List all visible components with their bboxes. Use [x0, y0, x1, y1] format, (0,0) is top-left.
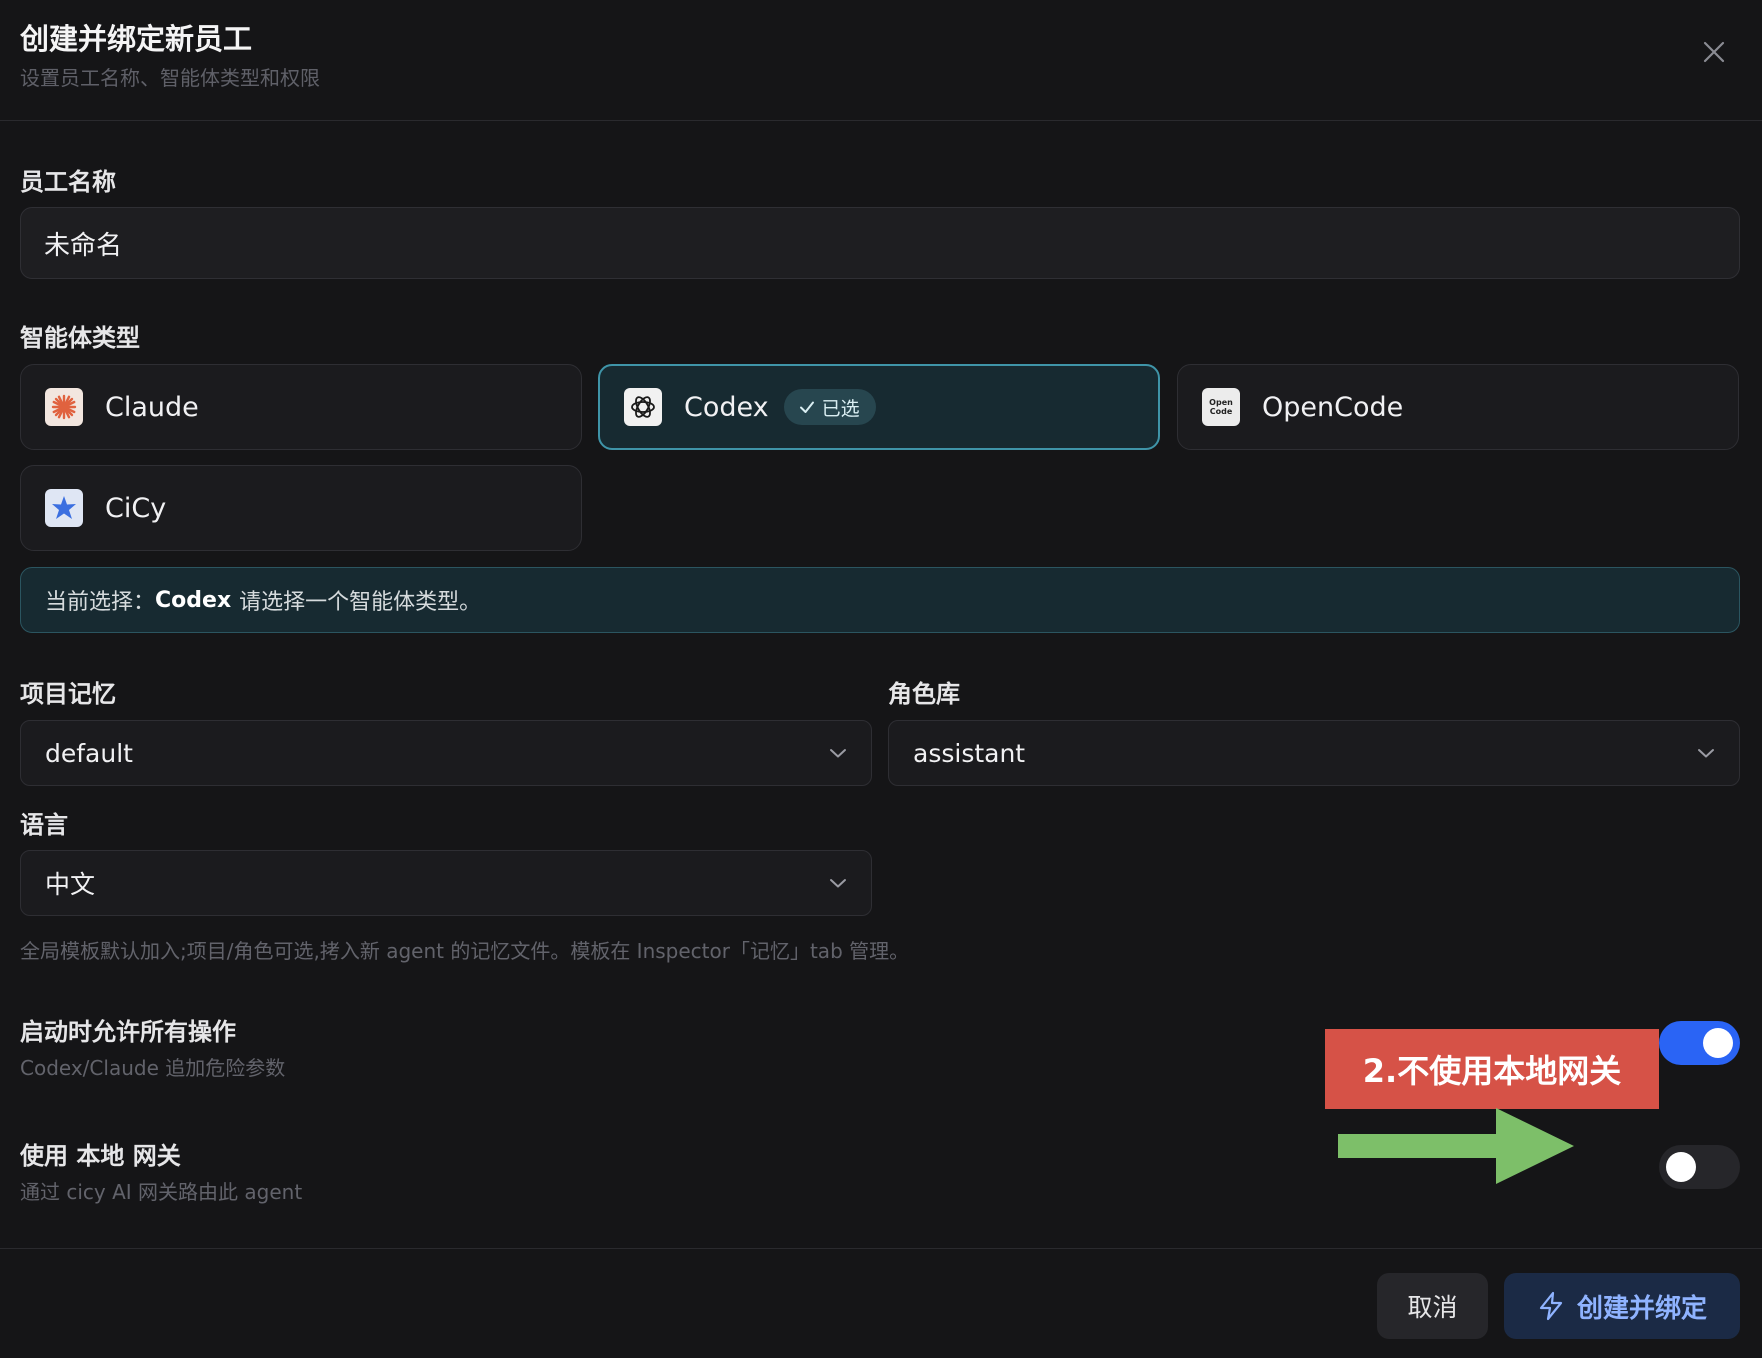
language-value: 中文 — [45, 870, 96, 899]
annotation-text: 2.不使用本地网关 — [1362, 1052, 1622, 1090]
agent-option-cicy[interactable]: CiCy — [20, 465, 582, 551]
role-library-value: assistant — [913, 738, 1026, 768]
arrow-right-icon — [1338, 1108, 1574, 1184]
create-and-bind-label: 创建并绑定 — [1576, 1293, 1707, 1324]
agent-option-label: CiCy — [105, 492, 167, 524]
selected-badge-label: 已选 — [821, 397, 860, 420]
employee-name-input[interactable] — [20, 207, 1740, 279]
toggle-knob — [1666, 1152, 1696, 1182]
agent-option-codex[interactable]: Codex 已选 — [598, 364, 1160, 450]
project-memory-value: default — [45, 738, 133, 768]
local-gateway-toggle[interactable] — [1659, 1145, 1740, 1189]
cancel-button[interactable]: 取消 — [1377, 1273, 1488, 1339]
agent-type-label: 智能体类型 — [20, 324, 140, 352]
language-label: 语言 — [20, 811, 68, 839]
dialog-title: 创建并绑定新员工 — [20, 22, 253, 56]
project-memory-select[interactable]: default — [20, 720, 872, 786]
name-label: 员工名称 — [20, 168, 116, 196]
allow-all-toggle[interactable] — [1659, 1021, 1740, 1065]
create-and-bind-button[interactable]: 创建并绑定 — [1504, 1273, 1740, 1339]
chevron-down-icon — [1698, 749, 1714, 758]
agent-option-claude[interactable]: Claude — [20, 364, 582, 450]
role-library-select[interactable]: assistant — [888, 720, 1740, 786]
lightning-icon — [1539, 1291, 1563, 1321]
claude-icon — [45, 388, 83, 426]
opencode-icon-text: Code — [1209, 407, 1233, 416]
selection-info-suffix: 请选择一个智能体类型。 — [239, 590, 482, 615]
chevron-down-icon — [830, 749, 846, 758]
cicy-icon — [45, 489, 83, 527]
allow-all-description: Codex/Claude 追加危险参数 — [20, 1056, 286, 1080]
footer-divider — [0, 1248, 1762, 1249]
toggle-knob — [1703, 1028, 1733, 1058]
role-library-label: 角色库 — [888, 680, 960, 708]
selection-info-prefix: 当前选择： — [45, 590, 156, 615]
dialog-subtitle: 设置员工名称、智能体类型和权限 — [20, 66, 320, 90]
selection-info-value: Codex — [155, 587, 232, 613]
project-memory-label: 项目记忆 — [20, 680, 116, 708]
opencode-icon-text: Open — [1209, 398, 1233, 407]
language-select[interactable]: 中文 — [20, 850, 872, 916]
close-icon — [1703, 41, 1725, 63]
openai-icon — [624, 388, 662, 426]
agent-option-label: Codex — [684, 391, 769, 423]
agent-option-label: Claude — [105, 391, 199, 423]
local-gateway-title: 使用 本地 网关 — [20, 1142, 181, 1170]
allow-all-title: 启动时允许所有操作 — [20, 1018, 236, 1046]
dialog-header: 创建并绑定新员工 设置员工名称、智能体类型和权限 — [0, 0, 1762, 121]
chevron-down-icon — [830, 879, 846, 888]
annotation-callout: 2.不使用本地网关 — [1325, 1029, 1659, 1109]
agent-option-label: OpenCode — [1262, 391, 1404, 423]
close-button[interactable] — [1696, 34, 1732, 70]
selected-badge: 已选 — [783, 389, 876, 425]
selection-info: 当前选择： Codex 请选择一个智能体类型。 — [20, 567, 1740, 633]
opencode-icon: Open Code — [1202, 388, 1240, 426]
check-icon — [799, 401, 814, 413]
local-gateway-description: 通过 cicy AI 网关路由此 agent — [20, 1180, 303, 1204]
memory-helper-text: 全局模板默认加入;项目/角色可选,拷入新 agent 的记忆文件。模板在 Ins… — [20, 939, 910, 963]
agent-option-opencode[interactable]: Open Code OpenCode — [1177, 364, 1739, 450]
